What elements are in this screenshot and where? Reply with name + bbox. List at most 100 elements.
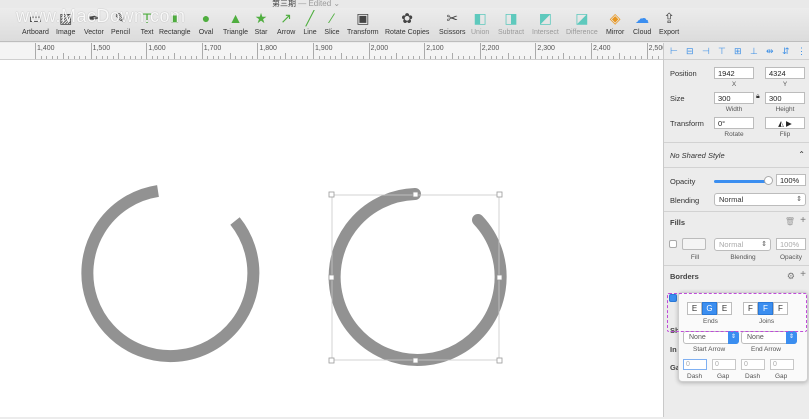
ruler-minor-tick: [96, 56, 98, 59]
ruler-major-tick: [368, 43, 370, 59]
toolbar-subtract-button[interactable]: ◨ Subtract: [498, 10, 524, 40]
blending-select[interactable]: Normal ⇕: [714, 193, 806, 206]
ruler-major-tick: [646, 43, 648, 59]
ruler-minor-tick: [435, 56, 437, 59]
fill-color-well[interactable]: [682, 238, 706, 250]
ruler-minor-tick: [68, 56, 70, 59]
ruler-minor-tick: [235, 56, 237, 59]
toolbar-union-button[interactable]: ◧ Union: [471, 10, 489, 40]
toolbar-difference-label: Difference: [566, 29, 598, 36]
ruler-minor-tick: [429, 56, 431, 59]
ruler-minor-tick: [613, 56, 615, 59]
ring-shape-left[interactable]: [81, 185, 260, 363]
add-border-icon[interactable]: +: [800, 269, 806, 280]
toolbar-line-label: Line: [303, 29, 317, 36]
ruler-minor-tick: [413, 56, 415, 59]
ruler-minor-tick: [624, 56, 626, 59]
flip-caption: Flip: [779, 131, 791, 138]
ruler-minor-tick: [585, 56, 587, 59]
line-icon: ╱: [305, 10, 315, 26]
flip-vertical-icon[interactable]: ▶: [786, 119, 792, 128]
toolbar-line-button[interactable]: ╱ Line: [301, 10, 319, 40]
ruler-minor-tick: [224, 56, 226, 59]
canvas-drawing[interactable]: [0, 60, 663, 417]
ruler-minor-tick: [212, 56, 214, 59]
align-middle-icon[interactable]: ⊞: [734, 46, 742, 57]
opacity-field[interactable]: 100%: [776, 174, 806, 186]
toolbar-slice-button[interactable]: ⁄ Slice: [323, 10, 341, 40]
align-bottom-icon[interactable]: ⊥: [750, 46, 758, 57]
distribute-horizontal-icon[interactable]: ⇹: [766, 46, 774, 57]
rotate-field[interactable]: 0°: [714, 117, 754, 129]
ruler-tick-label: 1,700: [203, 45, 222, 52]
align-top-icon[interactable]: ⊤: [718, 46, 726, 57]
canvas[interactable]: [0, 60, 663, 417]
horizontal-ruler[interactable]: 1,400 1,500 1,600 1,700 1,800 1,900 2,000 2,100…: [0, 43, 663, 60]
chevron-updown-icon[interactable]: ⌃: [798, 150, 805, 159]
ruler-minor-tick: [251, 56, 253, 59]
toolbar-star-button[interactable]: ★ Star: [252, 10, 270, 40]
toolbar-triangle-button[interactable]: ▲ Triangle: [223, 10, 248, 40]
ruler-minor-tick: [618, 53, 620, 59]
ruler-minor-tick: [457, 56, 459, 59]
gear-icon[interactable]: ⚙: [787, 271, 795, 282]
toolbar-scissors-button[interactable]: ✂ Scissors: [439, 10, 465, 40]
ruler-minor-tick: [463, 56, 465, 59]
flip-buttons[interactable]: ◭ ▶: [765, 117, 805, 129]
height-field[interactable]: 300: [765, 92, 805, 104]
transform-icon: ▣: [356, 10, 370, 26]
position-x-field[interactable]: 1942: [714, 67, 754, 79]
blending-caption: Blending: [730, 254, 756, 261]
shared-style-select[interactable]: No Shared Style: [670, 151, 725, 160]
toolbar-difference-button[interactable]: ◪ Difference: [566, 10, 598, 40]
ruler-minor-tick: [290, 56, 292, 59]
toolbar-rotatecopies-button[interactable]: ✿ Rotate Copies: [385, 10, 429, 40]
fill-opacity-field[interactable]: 100%: [776, 238, 806, 250]
fill-checkbox[interactable]: [669, 240, 677, 248]
toolbar-mirror-button[interactable]: ◈ Mirror: [606, 10, 624, 40]
ruler-minor-tick: [635, 56, 637, 59]
toolbar-arrow-button[interactable]: ↗ Arrow: [277, 10, 295, 40]
ruler-minor-tick: [185, 56, 187, 59]
ruler-minor-tick: [162, 56, 164, 59]
toolbar-intersect-button[interactable]: ◩ Intersect: [532, 10, 559, 40]
dash-field-2[interactable]: 0: [741, 359, 765, 370]
dash-field-1[interactable]: 0: [683, 359, 707, 370]
toolbar-transform-button[interactable]: ▣ Transform: [347, 10, 379, 40]
gap-field-1[interactable]: 0: [712, 359, 736, 370]
ruler-minor-tick: [279, 56, 281, 59]
toolbar-intersect-label: Intersect: [532, 29, 559, 36]
lock-icon[interactable]: 🔒︎: [756, 93, 760, 101]
toolbar-oval-button[interactable]: ● Oval: [197, 10, 215, 40]
align-left-icon[interactable]: ⊢: [670, 46, 678, 57]
add-fill-icon[interactable]: +: [800, 215, 806, 226]
ruler-minor-tick: [318, 56, 320, 59]
ruler-minor-tick: [485, 56, 487, 59]
ring-shape-right[interactable]: [328, 188, 507, 366]
gap-field-2[interactable]: 0: [770, 359, 794, 370]
ruler-minor-tick: [135, 56, 137, 59]
width-field[interactable]: 300: [714, 92, 754, 104]
ruler-minor-tick: [474, 56, 476, 59]
fill-blend-select[interactable]: Normal ⇕: [714, 238, 771, 251]
more-icon[interactable]: ⋮: [797, 46, 806, 57]
ruler-tick-label: 1,400: [37, 45, 55, 52]
trash-icon[interactable]: 🗑︎: [785, 217, 795, 226]
flip-horizontal-icon[interactable]: ◭: [778, 119, 784, 128]
watermark-text: www.MacDown.com: [16, 6, 186, 26]
opacity-slider[interactable]: [714, 180, 769, 183]
rotate-copies-icon: ✿: [401, 10, 414, 26]
opacity-slider-knob[interactable]: [764, 176, 773, 185]
toolbar-export-label: Export: [659, 29, 680, 36]
ruler-major-tick: [257, 43, 259, 59]
ruler-minor-tick: [596, 56, 598, 59]
ruler-minor-tick: [602, 56, 604, 59]
position-y-field[interactable]: 4324: [765, 67, 805, 79]
toolbar-export-button[interactable]: ⇪ Export: [659, 10, 679, 40]
toolbar-cloud-button[interactable]: ☁ Cloud: [633, 10, 651, 40]
end-arrow-select[interactable]: None ⇕: [741, 331, 797, 344]
align-center-icon[interactable]: ⊟: [686, 46, 694, 57]
align-right-icon[interactable]: ⊣: [702, 46, 710, 57]
start-arrow-select[interactable]: None ⇕: [683, 331, 739, 344]
distribute-vertical-icon[interactable]: ⇵: [782, 46, 790, 57]
